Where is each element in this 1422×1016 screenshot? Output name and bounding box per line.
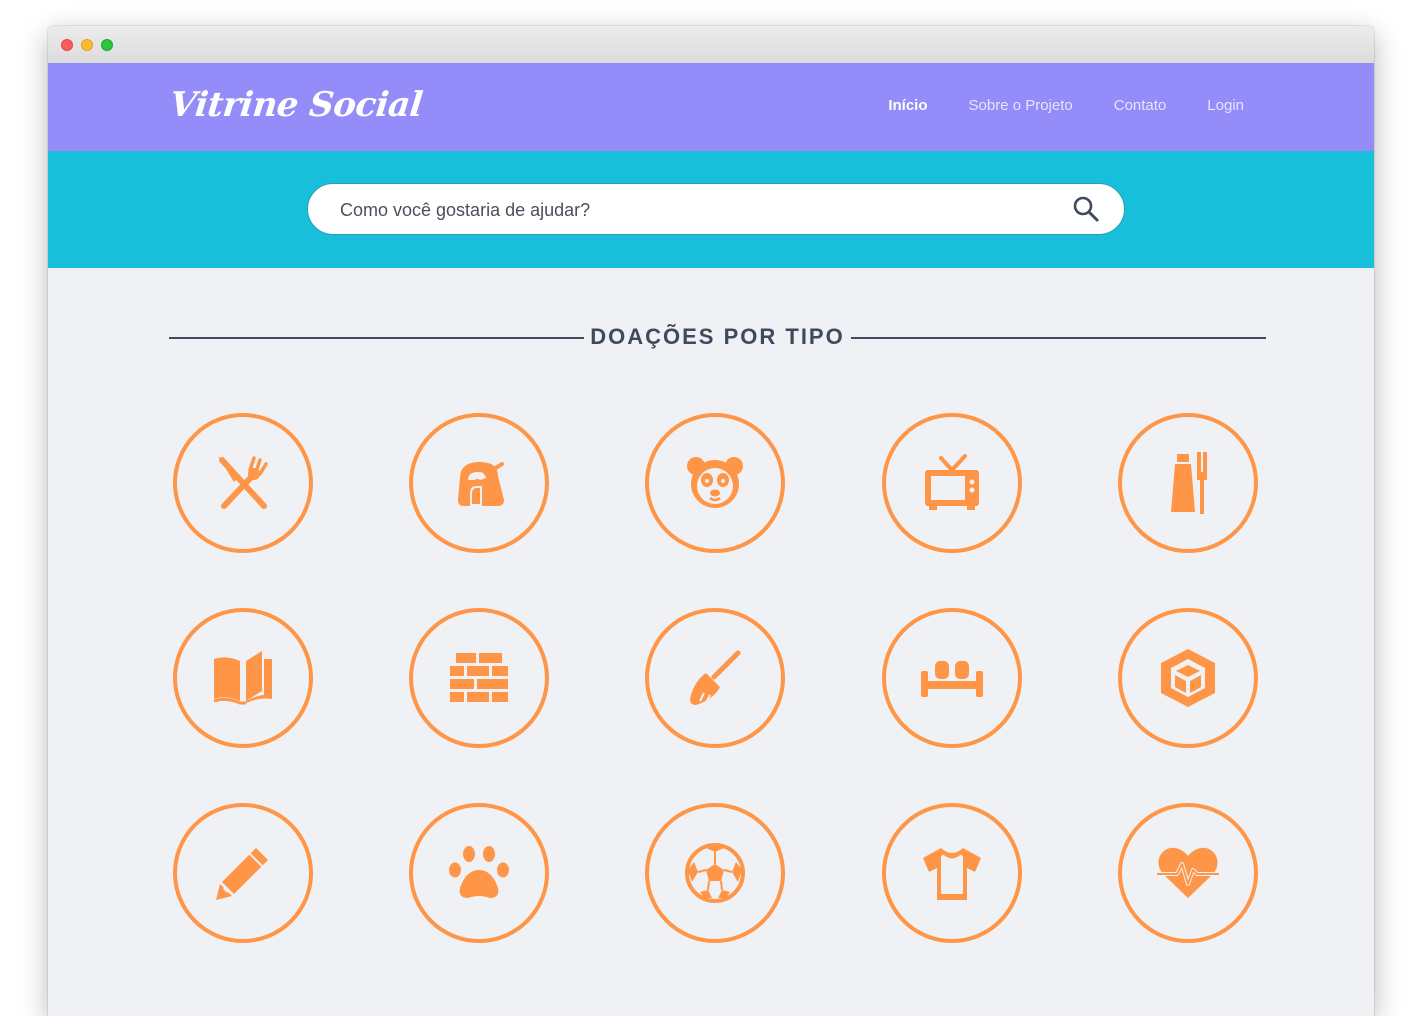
category-food[interactable] — [173, 413, 313, 553]
category-pets[interactable] — [409, 803, 549, 943]
tv-icon — [925, 454, 979, 510]
heartbeat-icon — [1157, 847, 1219, 898]
category-school-supplies[interactable] — [173, 803, 313, 943]
category-appliances[interactable] — [409, 413, 549, 553]
utensils-icon — [218, 456, 268, 509]
toothpaste-icon — [1171, 452, 1207, 514]
broom-icon — [690, 650, 741, 705]
category-others[interactable] — [1118, 608, 1258, 748]
category-hygiene[interactable] — [1118, 413, 1258, 553]
paw-icon — [449, 846, 509, 898]
book-icon — [213, 651, 272, 705]
bricks-icon — [450, 653, 508, 702]
category-cleaning[interactable] — [645, 608, 785, 748]
sofa-icon — [921, 661, 983, 697]
box-icon — [1161, 649, 1215, 707]
category-sports[interactable] — [645, 803, 785, 943]
category-books[interactable] — [173, 608, 313, 748]
pencil-icon — [216, 848, 268, 900]
tshirt-icon — [923, 848, 981, 900]
soccer-ball-icon — [685, 843, 745, 903]
toaster-icon — [458, 462, 504, 506]
category-furniture[interactable] — [882, 608, 1022, 748]
browser-window: Vitrine Social Início Sobre o Projeto Co… — [48, 26, 1374, 1016]
category-clothing[interactable] — [882, 803, 1022, 943]
category-construction[interactable] — [409, 608, 549, 748]
category-electronics[interactable] — [882, 413, 1022, 553]
category-health[interactable] — [1118, 803, 1258, 943]
category-toys[interactable] — [645, 413, 785, 553]
panda-icon — [687, 457, 743, 508]
category-grid — [48, 26, 1374, 1016]
